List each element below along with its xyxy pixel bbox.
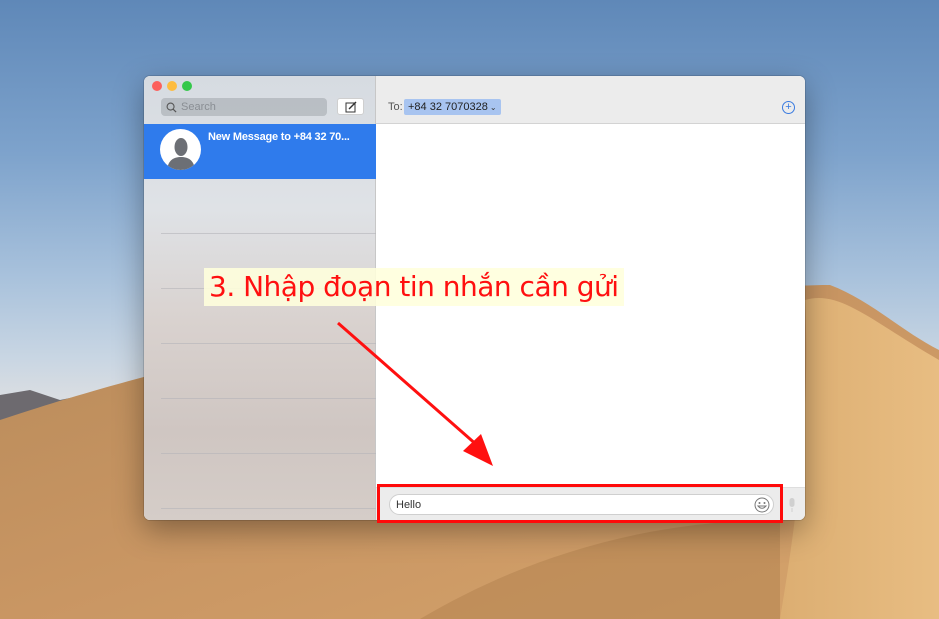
minimize-button[interactable] <box>167 81 177 91</box>
search-field[interactable] <box>161 98 327 116</box>
highlight-box <box>377 484 783 523</box>
list-separator <box>161 453 376 454</box>
conversation-header: To: +84 32 7070328 ⌄ + <box>376 76 805 124</box>
conversation-title: New Message to +84 32 70... <box>208 131 350 143</box>
recipient-number: +84 32 7070328 <box>408 101 488 113</box>
list-separator <box>161 508 376 509</box>
microphone-icon[interactable] <box>787 497 797 513</box>
recipient-token[interactable]: +84 32 7070328 ⌄ <box>404 99 501 115</box>
compose-button[interactable] <box>337 98 364 115</box>
instruction-callout: 3. Nhập đoạn tin nhắn cần gửi <box>204 268 624 306</box>
close-button[interactable] <box>152 81 162 91</box>
window-controls <box>152 81 192 91</box>
maximize-button[interactable] <box>182 81 192 91</box>
list-separator <box>161 398 376 399</box>
search-icon <box>166 102 177 113</box>
list-separator <box>161 233 376 234</box>
chevron-down-icon: ⌄ <box>489 102 497 112</box>
plus-icon: + <box>785 101 792 113</box>
conversation-item[interactable]: New Message to +84 32 70... <box>144 124 376 179</box>
add-recipient-button[interactable]: + <box>782 101 795 114</box>
search-input[interactable] <box>181 101 321 113</box>
person-silhouette-icon <box>166 138 195 170</box>
to-label: To: <box>388 101 403 113</box>
avatar <box>160 129 201 170</box>
list-separator <box>161 343 376 344</box>
compose-icon <box>345 101 356 112</box>
